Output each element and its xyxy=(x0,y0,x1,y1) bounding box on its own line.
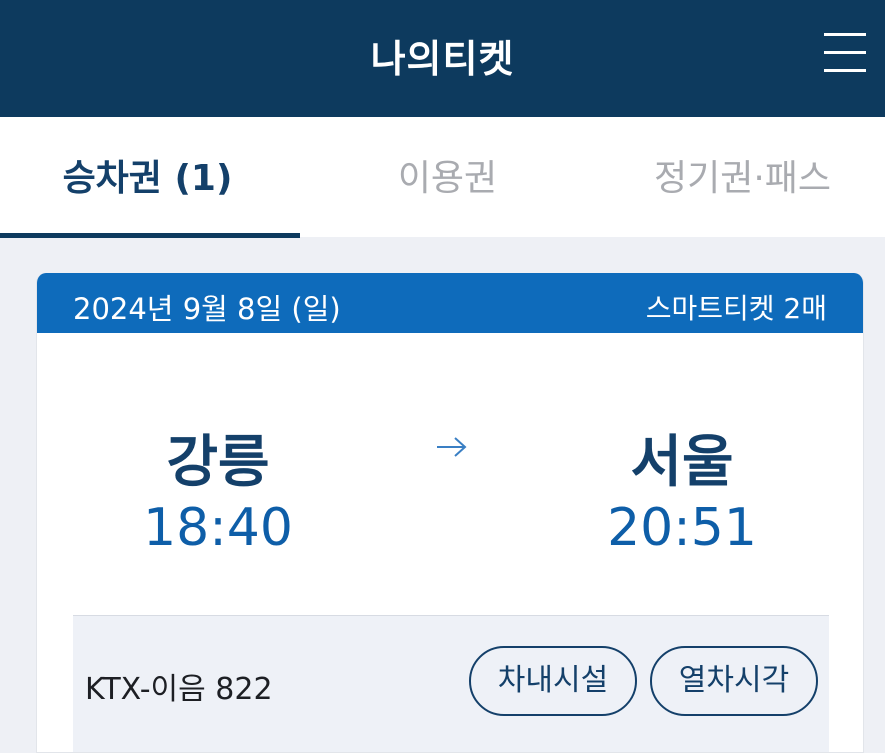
arrival-time: 20:51 xyxy=(607,498,757,558)
ticket-tabs: 승차권 (1) 이용권 정기권·패스 xyxy=(0,117,885,237)
ticket-card[interactable]: 2024년 9월 8일 (일) 스마트티켓 2매 강릉 18:40 서울 20:… xyxy=(36,273,864,753)
train-name: KTX-이음 822 xyxy=(85,672,273,707)
ticket-header: 2024년 9월 8일 (일) 스마트티켓 2매 xyxy=(37,273,863,333)
facilities-button[interactable]: 차내시설 xyxy=(469,646,637,716)
arrow-right-icon xyxy=(437,437,467,457)
tab-season-pass[interactable]: 정기권·패스 xyxy=(595,117,885,237)
train-info-row: KTX-이음 822 차내시설 열차시각 xyxy=(73,615,829,752)
departure-time: 18:40 xyxy=(143,498,293,558)
tab-boarding-pass[interactable]: 승차권 (1) xyxy=(0,117,295,237)
app-header: 나의티켓 xyxy=(0,0,885,117)
ticket-date: 2024년 9월 8일 (일) xyxy=(73,292,341,326)
page-title: 나의티켓 xyxy=(370,37,515,81)
ticket-type-count: 스마트티켓 2매 xyxy=(645,292,827,325)
arrival-station: 서울 xyxy=(630,430,734,495)
hamburger-menu-icon[interactable] xyxy=(824,33,866,73)
active-tab-indicator xyxy=(0,233,300,238)
timetable-button[interactable]: 열차시각 xyxy=(650,646,818,716)
tab-usage-ticket[interactable]: 이용권 xyxy=(300,117,595,237)
departure-station: 강릉 xyxy=(166,430,270,495)
